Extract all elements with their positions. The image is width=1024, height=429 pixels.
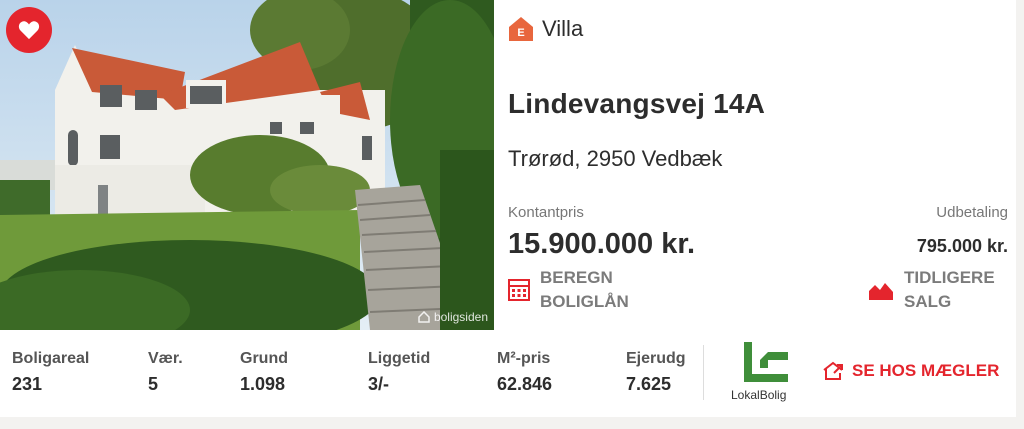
see-at-broker-button[interactable]: SE HOS MÆGLER [822, 361, 999, 381]
heart-icon [18, 21, 40, 40]
calculate-loan-button[interactable]: BEREGN BOLIGLÅN [508, 266, 629, 314]
previous-sales-label: TIDLIGERE SALG [904, 268, 995, 311]
stat-value: 62.846 [497, 374, 553, 394]
cash-price-label: Kontantpris [508, 204, 584, 221]
type-badge-letter: E [517, 27, 524, 39]
down-payment-label: Udbetaling [936, 204, 1008, 221]
stat-value: 5 [148, 374, 159, 394]
see-at-broker-label: SE HOS MÆGLER [852, 361, 1000, 380]
previous-sales-button[interactable]: TIDLIGERE SALG [868, 266, 995, 314]
stat-rooms: Vær. 5 [148, 350, 183, 395]
listing-card[interactable]: boligsiden E Villa Lindevangsvej 14A Trø… [0, 0, 1016, 417]
listing-city: Trørød, 2950 Vedbæk [508, 146, 723, 171]
house-photo-illustration [0, 0, 494, 330]
stat-time-on-market: Liggetid 3/- [368, 350, 430, 395]
stat-label: Liggetid [368, 350, 431, 367]
stat-label: Boligareal [12, 350, 90, 367]
stat-label: Ejerudg [626, 350, 686, 367]
listing-photo[interactable]: boligsiden [0, 0, 494, 330]
area-chart-icon [869, 283, 893, 300]
photo-watermark: boligsiden [418, 310, 488, 324]
stat-label: M²-pris [497, 350, 551, 367]
favorite-button[interactable] [6, 7, 52, 53]
boligsiden-logo-icon [418, 311, 430, 323]
stat-owner-costs: Ejerudg 7.625 [626, 350, 686, 395]
listing-address[interactable]: Lindevangsvej 14A [508, 88, 765, 120]
stat-price-per-sqm: M²-pris 62.846 [497, 350, 552, 395]
stat-value: 231 [12, 374, 43, 394]
calculator-icon [508, 279, 530, 301]
stat-value: 3/- [368, 374, 390, 394]
property-type-label: Villa [542, 16, 584, 41]
stats-divider [703, 345, 704, 400]
down-payment: 795.000 kr. [916, 236, 1008, 256]
stat-value: 1.098 [240, 374, 286, 394]
listing-info: E Villa Lindevangsvej 14A Trørød, 2950 V… [508, 0, 1008, 330]
property-type: E Villa [508, 16, 583, 42]
cash-price: 15.900.000 kr. [508, 228, 696, 260]
stat-value: 7.625 [626, 374, 672, 394]
stat-label: Grund [240, 350, 288, 367]
broker-name: LokalBolig [731, 388, 787, 402]
calculate-loan-label: BEREGN BOLIGLÅN [540, 268, 629, 311]
stat-label: Vær. [148, 350, 183, 367]
house-type-icon: E [509, 17, 533, 41]
stat-plot: Grund 1.098 [240, 350, 288, 395]
house-outline-icon [823, 361, 843, 380]
stat-living-area: Boligareal 231 [12, 350, 89, 395]
watermark-text: boligsiden [433, 310, 488, 324]
